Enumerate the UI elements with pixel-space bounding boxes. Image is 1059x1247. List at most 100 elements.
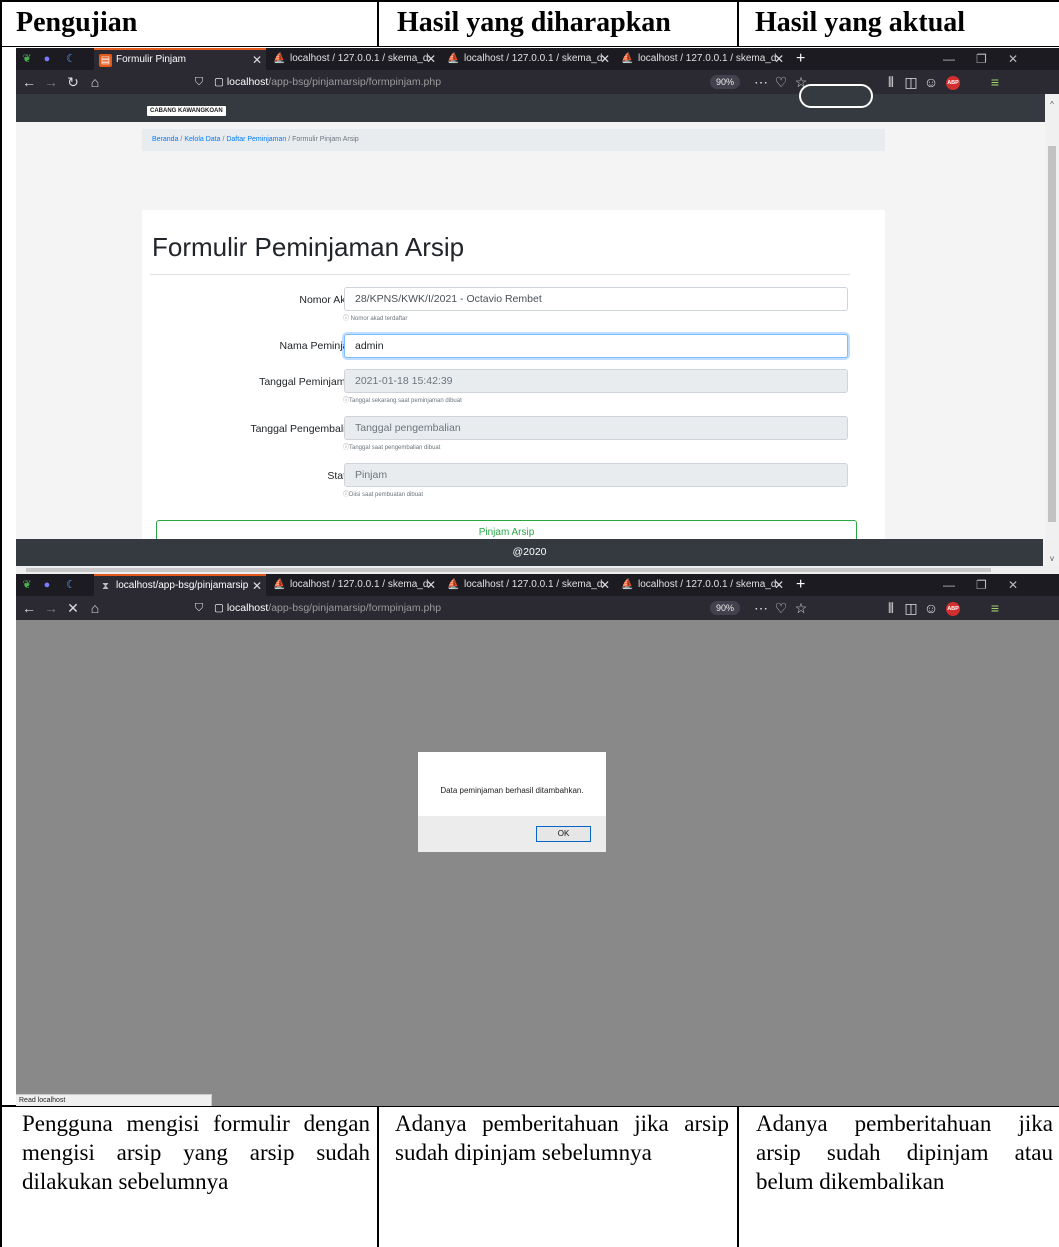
help-tanggal-peminjaman: ⓘTanggal sekarang saat peminjaman dibuat xyxy=(343,398,462,404)
pocket-icon[interactable]: ♡ xyxy=(772,599,790,617)
forward-icon[interactable]: → xyxy=(42,73,60,91)
scrollbar-thumb[interactable] xyxy=(1048,146,1056,522)
account-icon[interactable]: ☺ xyxy=(922,73,940,91)
nav-bar: ← → ↻ ⌂ ⛉ ▢ localhost/app-bsg/pinjamarsi… xyxy=(16,70,1059,94)
divider xyxy=(377,1106,379,1247)
close-icon[interactable]: ✕ xyxy=(252,576,262,596)
tab-label: Formulir Pinjam xyxy=(116,54,187,65)
tab-phpmyadmin[interactable]: ⛵ localhost / 127.0.0.1 / skema_d ✕ xyxy=(616,48,788,70)
cell-pengujian: Pengguna mengisi formulir dengan mengisi… xyxy=(22,1111,370,1194)
shield-icon[interactable]: ⛉ xyxy=(190,599,208,617)
circle-icon[interactable]: ● xyxy=(40,52,54,66)
hourglass-icon: ⧗ xyxy=(101,581,110,592)
page-content: CABANG KAWANGKOAN Beranda / Kelola Data … xyxy=(16,84,1059,574)
close-icon[interactable]: ✕ xyxy=(774,574,784,596)
breadcrumb-kelola-data[interactable]: Kelola Data xyxy=(184,136,220,143)
sidebar-icon[interactable]: ◫ xyxy=(902,599,920,617)
breadcrumb-beranda[interactable]: Beranda xyxy=(152,136,178,143)
close-icon[interactable]: ✕ xyxy=(252,50,262,70)
close-icon[interactable]: ✕ xyxy=(600,574,610,596)
zoom-level[interactable]: 90% xyxy=(710,75,740,89)
tab-phpmyadmin[interactable]: ⛵ localhost / 127.0.0.1 / skema_d ✕ xyxy=(442,574,614,596)
title-divider xyxy=(150,274,850,275)
back-icon[interactable]: ← xyxy=(20,73,38,91)
help-status: ⓘDiisi saat pembuatan dibuat xyxy=(343,492,424,498)
pocket-icon[interactable]: ♡ xyxy=(772,73,790,91)
leaf-icon[interactable]: ❦ xyxy=(20,578,34,592)
restore-icon[interactable]: ❐ xyxy=(976,48,987,70)
minimize-icon[interactable]: — xyxy=(943,574,955,596)
sidebar-icon[interactable]: ◫ xyxy=(902,73,920,91)
help-tanggal-pengembalian: ⓘTanggal saat pengembalian dibuat xyxy=(343,445,441,451)
tanggal-pengembalian-field[interactable]: Tanggal pengembalian xyxy=(344,416,848,440)
close-icon[interactable]: ✕ xyxy=(600,48,610,70)
new-tab-button[interactable]: + xyxy=(796,574,805,596)
close-window-icon[interactable]: ✕ xyxy=(1008,574,1018,596)
status-field[interactable]: Pinjam xyxy=(344,463,848,487)
close-icon[interactable]: ✕ xyxy=(426,574,436,596)
alert-dialog: Data peminjaman berhasil ditambahkan. OK xyxy=(418,752,606,852)
forward-icon[interactable]: → xyxy=(42,599,60,617)
new-tab-button[interactable]: + xyxy=(796,48,805,70)
menu-icon[interactable]: ≡ xyxy=(986,599,1004,617)
more-icon[interactable]: ⋯ xyxy=(752,599,770,617)
restore-icon[interactable]: ❐ xyxy=(976,574,987,596)
scrollbar-thumb[interactable] xyxy=(26,568,991,572)
more-icon[interactable]: ⋯ xyxy=(752,73,770,91)
account-icon[interactable]: ☺ xyxy=(922,599,940,617)
tab-bar: ❦ ● ☾ ▤ Formulir Pinjam ✕ ⛵ localhost / … xyxy=(16,48,1059,70)
home-icon[interactable]: ⌂ xyxy=(86,73,104,91)
stop-icon[interactable]: ✕ xyxy=(64,599,82,617)
bookmark-star-icon[interactable]: ☆ xyxy=(792,599,810,617)
menu-icon[interactable]: ≡ xyxy=(986,73,1004,91)
breadcrumb-daftar-peminjaman[interactable]: Daftar Peminjaman xyxy=(226,136,286,143)
chevron-down-icon[interactable]: v xyxy=(1047,554,1057,563)
divider xyxy=(0,0,2,1247)
label-tanggal-peminjaman: Tanggal Peminjaman : xyxy=(259,376,363,388)
moon-icon[interactable]: ☾ xyxy=(64,52,78,66)
phpmyadmin-icon: ⛵ xyxy=(621,579,634,590)
adblock-icon[interactable]: ABP xyxy=(946,76,960,90)
tab-bar: ❦ ● ☾ ⧗ localhost/app-bsg/pinjamarsip ✕ … xyxy=(16,574,1059,596)
tab-label: localhost / 127.0.0.1 / skema_d xyxy=(638,53,777,64)
divider xyxy=(737,1106,739,1247)
tab-formulir-pinjam[interactable]: ▤ Formulir Pinjam ✕ xyxy=(94,48,266,70)
tab-phpmyadmin[interactable]: ⛵ localhost / 127.0.0.1 / skema_d ✕ xyxy=(442,48,614,70)
back-icon[interactable]: ← xyxy=(20,599,38,617)
close-window-icon[interactable]: ✕ xyxy=(1008,48,1018,70)
library-icon[interactable]: ⫴ xyxy=(882,73,900,91)
page-overlay: Data peminjaman berhasil ditambahkan. OK… xyxy=(16,620,1059,1106)
library-icon[interactable]: ⫴ xyxy=(882,599,900,617)
tab-phpmyadmin[interactable]: ⛵ localhost / 127.0.0.1 / skema_d ✕ xyxy=(268,48,440,70)
tab-phpmyadmin[interactable]: ⛵ localhost / 127.0.0.1 / skema_d ✕ xyxy=(268,574,440,596)
page-icon: ▤ xyxy=(99,54,112,67)
nomor-akad-select[interactable]: 28/KPNS/KWK/I/2021 - Octavio Rembet xyxy=(344,287,848,311)
vertical-scrollbar[interactable]: ^ v xyxy=(1045,94,1059,568)
horizontal-scrollbar[interactable] xyxy=(16,566,1059,574)
close-icon[interactable]: ✕ xyxy=(426,48,436,70)
home-icon[interactable]: ⌂ xyxy=(86,599,104,617)
circle-icon[interactable]: ● xyxy=(40,578,54,592)
shield-icon[interactable]: ⛉ xyxy=(190,73,208,91)
ok-button[interactable]: OK xyxy=(536,826,591,842)
tanggal-peminjaman-field[interactable]: 2021-01-18 15:42:39 xyxy=(344,369,848,393)
leaf-icon[interactable]: ❦ xyxy=(20,52,34,66)
label-nomor-akad: Nomor Akad : xyxy=(299,294,363,306)
zoom-level[interactable]: 90% xyxy=(710,601,740,615)
nama-peminjam-input[interactable]: admin xyxy=(344,334,848,358)
close-icon[interactable]: ✕ xyxy=(774,48,784,70)
header-hasil-aktual: Hasil yang aktual xyxy=(755,7,966,38)
url-bar[interactable]: ▢ localhost/app-bsg/pinjamarsip/formpinj… xyxy=(214,599,599,617)
moon-icon[interactable]: ☾ xyxy=(64,578,78,592)
tab-phpmyadmin[interactable]: ⛵ localhost / 127.0.0.1 / skema_d ✕ xyxy=(616,574,788,596)
user-menu-button[interactable] xyxy=(799,84,873,108)
url-bar[interactable]: ▢ localhost/app-bsg/pinjamarsip/formpinj… xyxy=(214,73,599,91)
nav-bar: ← → ✕ ⌂ ⛉ ▢ localhost/app-bsg/pinjamarsi… xyxy=(16,596,1059,620)
adblock-icon[interactable]: ABP xyxy=(946,602,960,616)
phpmyadmin-icon: ⛵ xyxy=(447,53,460,64)
tab-loading[interactable]: ⧗ localhost/app-bsg/pinjamarsip ✕ xyxy=(94,574,266,596)
tab-label: localhost / 127.0.0.1 / skema_d xyxy=(464,579,603,590)
chevron-up-icon[interactable]: ^ xyxy=(1047,100,1057,109)
minimize-icon[interactable]: — xyxy=(943,48,955,70)
reload-icon[interactable]: ↻ xyxy=(64,73,82,91)
